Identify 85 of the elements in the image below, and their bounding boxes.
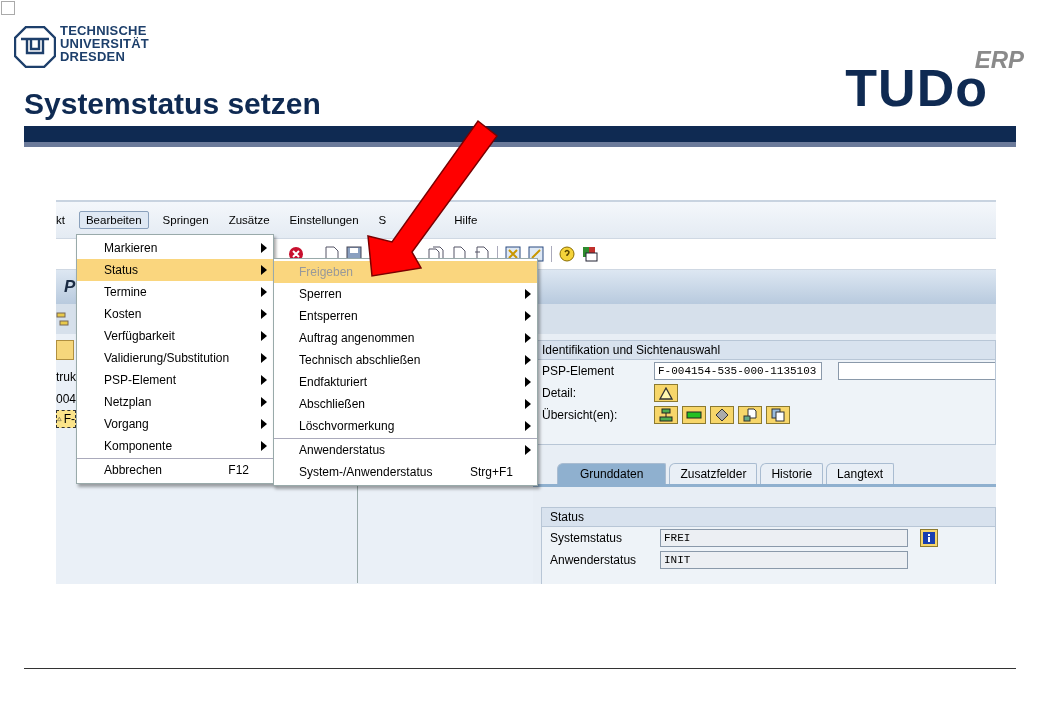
menu-bar-item[interactable]: Einstellungen (283, 212, 365, 228)
menu-item[interactable]: Kosten (77, 303, 273, 325)
submenu-arrow-icon (525, 311, 531, 321)
submenu-arrow-icon (525, 421, 531, 431)
menu-bar-item[interactable]: kt (56, 212, 71, 228)
bar-button[interactable] (682, 406, 706, 424)
field-label: Übersicht(en): (542, 408, 619, 422)
menu-item[interactable]: Verfügbarkeit (77, 325, 273, 347)
menu-bar-item[interactable]: Hilfe (448, 212, 484, 228)
tab[interactable]: Grunddaten (557, 463, 667, 484)
submenu-arrow-icon (261, 243, 267, 253)
menu-item[interactable]: Komponente (77, 435, 273, 457)
submenu-arrow-icon (261, 419, 267, 429)
submenu-arrow-icon (525, 355, 531, 365)
help-icon[interactable] (559, 246, 575, 262)
tree-item[interactable]: truk (56, 370, 76, 384)
submenu-arrow-icon (261, 309, 267, 319)
diamond-icon (715, 408, 729, 422)
university-name: TECHNISCHE (60, 24, 147, 37)
menu-item[interactable]: Endfakturiert (274, 371, 537, 393)
input-field: INIT (660, 551, 908, 569)
submenu-arrow-icon (525, 333, 531, 343)
menu-item[interactable]: Technisch abschließen (274, 349, 537, 371)
corner-mark (1, 1, 15, 15)
screen-title: P (64, 277, 76, 297)
hierarchy-icon[interactable] (56, 312, 72, 326)
field-label: Detail: (542, 386, 577, 400)
menu-item[interactable]: Termine (77, 281, 273, 303)
menu-item[interactable]: PSP-Element (77, 369, 273, 391)
document-button[interactable] (738, 406, 762, 424)
copy-icon (771, 408, 785, 422)
input-field[interactable] (838, 362, 995, 380)
hierarchy-button[interactable] (654, 406, 678, 424)
field-label: PSP-Element (542, 364, 616, 378)
warning-icon (659, 386, 673, 400)
layout-icon[interactable] (582, 246, 598, 262)
field-label: Systemstatus (550, 531, 624, 545)
menu-item[interactable]: Markieren (77, 237, 273, 259)
university-name: DRESDEN (60, 50, 126, 63)
menu-bar-item[interactable]: Zusätze (222, 212, 276, 228)
field-label: Anwenderstatus (550, 553, 638, 567)
copy-button[interactable] (766, 406, 790, 424)
menu-item[interactable]: Vorgang (77, 413, 273, 435)
menu-bar-item[interactable]: Bearbeiten (78, 211, 149, 229)
submenu-arrow-icon (525, 399, 531, 409)
submenu-arrow-icon (525, 445, 531, 455)
group-title: Status (542, 508, 995, 527)
university-name: UNIVERSITÄT (60, 37, 149, 50)
tree-item[interactable]: 004 (56, 392, 77, 406)
diamond-button[interactable] (710, 406, 734, 424)
menu-item[interactable]: Abschließen (274, 393, 537, 415)
input-field[interactable]: F-004154-535-000-1135103 (654, 362, 822, 380)
submenu-arrow-icon (261, 287, 267, 297)
submenu-arrow-icon (261, 353, 267, 363)
tab[interactable]: Historie (760, 463, 824, 484)
window-icon[interactable] (528, 246, 544, 262)
menu-bar-item[interactable]: Springen (156, 212, 215, 228)
menu-item[interactable]: Validierung/Substitution (77, 347, 273, 369)
menu-item[interactable]: Entsperren (274, 305, 537, 327)
hierarchy-icon (659, 408, 673, 422)
university-logo-icon (14, 26, 56, 68)
slide-title: Systemstatus setzen (24, 86, 321, 122)
menu-item[interactable]: Status (77, 259, 273, 281)
tab[interactable]: Langtext (826, 463, 895, 484)
menu-bar-item[interactable]: S (372, 212, 393, 228)
submenu-arrow-icon (261, 441, 267, 451)
submenu-arrow-icon (261, 375, 267, 385)
document-icon (743, 408, 757, 422)
info-button[interactable] (920, 529, 938, 547)
menu-item[interactable]: Sperren (274, 283, 537, 305)
submenu-arrow-icon (525, 377, 531, 387)
submenu-arrow-icon (261, 331, 267, 341)
tab[interactable]: Zusatzfelder (669, 463, 758, 484)
bar-icon (686, 411, 702, 419)
menu-item[interactable]: Auftrag angenommen (274, 327, 537, 349)
submenu-arrow-icon (525, 289, 531, 299)
input-field: FREI (660, 529, 908, 547)
submenu-arrow-icon (261, 265, 267, 275)
menu-item[interactable]: System-/Anwenderstatus Strg+F1 (274, 461, 537, 483)
submenu-arrow-icon (261, 397, 267, 407)
menu-item[interactable]: Netzplan (77, 391, 273, 413)
menu-item[interactable]: Löschvormerkung (274, 415, 537, 437)
warning-button[interactable] (654, 384, 678, 402)
info-icon (923, 532, 935, 544)
menu-item[interactable]: Anwenderstatus (274, 438, 537, 461)
